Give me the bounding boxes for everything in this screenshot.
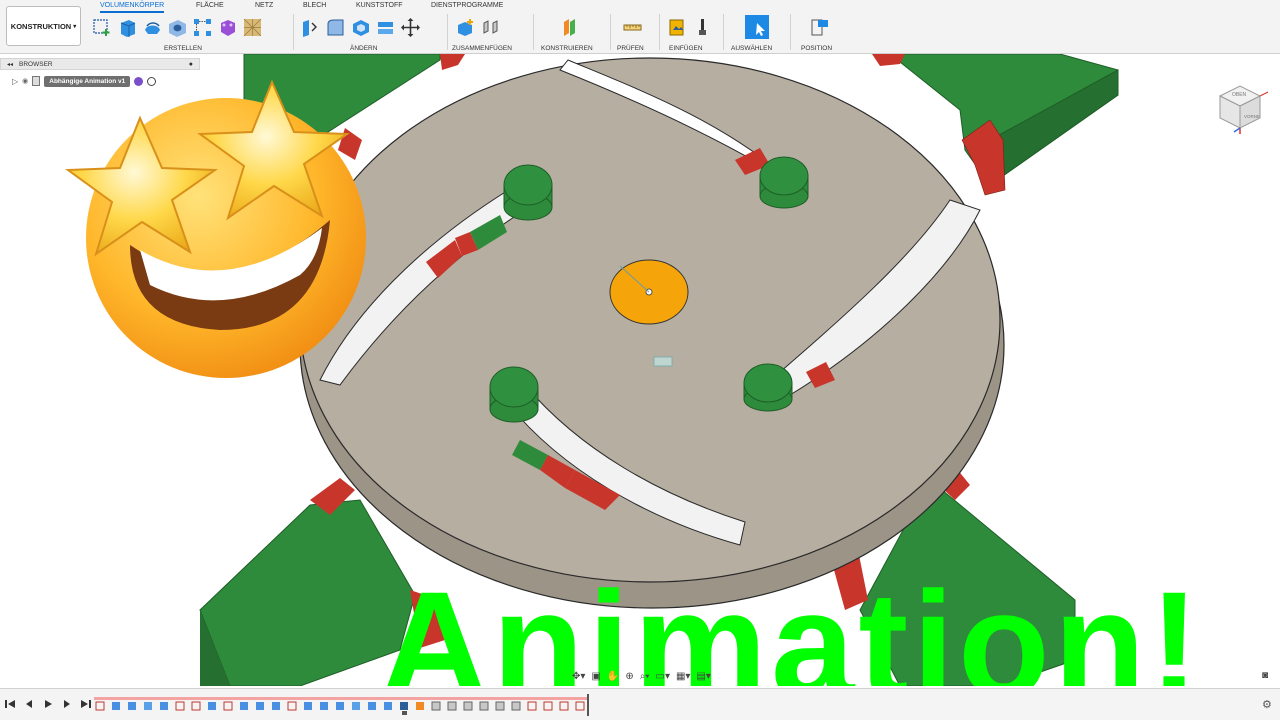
viewports-icon[interactable]: ▤▾ — [696, 671, 710, 682]
pattern-icon[interactable] — [192, 17, 213, 38]
pin-upper-right[interactable] — [759, 156, 809, 209]
toolbar-divider — [293, 14, 294, 50]
pan-icon[interactable]: ✋ — [607, 671, 619, 682]
toolbar-divider — [610, 14, 611, 50]
visibility-eye-icon[interactable]: ◉ — [22, 77, 28, 85]
split-body-icon[interactable] — [375, 17, 396, 38]
group-einfuegen: EINFÜGEN — [667, 14, 715, 54]
toolbar-divider — [790, 14, 791, 50]
timeline-track[interactable] — [94, 694, 594, 716]
move-icon[interactable] — [400, 17, 421, 38]
canvas-viewport[interactable]: OBEN VORNE Animation! — [0, 54, 1280, 686]
tab-netz[interactable]: NETZ — [255, 0, 273, 11]
tab-flaeche[interactable]: FLÄCHE — [196, 0, 224, 11]
toolbar-divider — [533, 14, 534, 50]
red-segment — [872, 54, 905, 66]
comments-icon[interactable]: ◙ — [1262, 670, 1268, 681]
chevron-down-icon: ▾ — [73, 23, 77, 30]
group-label-zusammenfuegen[interactable]: ZUSAMMENFÜGEN — [452, 45, 512, 52]
group-auswaehlen: AUSWÄHLEN — [730, 14, 785, 54]
form-icon[interactable] — [217, 17, 238, 38]
tab-volumenkoerper[interactable]: VOLUMENKÖRPER — [100, 0, 165, 13]
orbit-icon[interactable]: ✥▾ — [572, 671, 585, 682]
go-to-end-icon[interactable] — [80, 698, 92, 710]
press-pull-icon[interactable] — [300, 17, 321, 38]
pin-lower-right[interactable] — [743, 363, 793, 412]
browser-document-row[interactable]: ▷ ◉ Abhängige Animation v1 — [0, 73, 200, 89]
browser-header[interactable]: ◂◂ BROWSER ● — [0, 58, 200, 70]
navigation-bar: ✥▾ ▣ ✋ ⊕ ⌕▾ ▭▾ ▦▾ ▤▾ — [568, 667, 728, 685]
tab-kunststoff[interactable]: KUNSTSTOFF — [356, 0, 403, 11]
grid-icon[interactable]: ▦▾ — [676, 671, 690, 682]
fit-icon[interactable]: ⌕▾ — [640, 671, 650, 682]
timeline-features[interactable] — [95, 701, 585, 711]
new-component-icon[interactable] — [455, 17, 476, 38]
group-label-erstellen[interactable]: ERSTELLEN — [164, 45, 202, 52]
step-forward-icon[interactable] — [61, 698, 73, 710]
measure-icon[interactable] — [622, 17, 643, 38]
viewcube-front-label: VORNE — [1244, 114, 1260, 119]
extrude-icon[interactable] — [117, 17, 138, 38]
fillet-icon[interactable] — [325, 17, 346, 38]
group-erstellen: ERSTELLEN — [92, 14, 288, 54]
play-icon[interactable] — [42, 698, 54, 710]
hole-icon[interactable] — [167, 17, 188, 38]
tab-blech[interactable]: BLECH — [303, 0, 326, 11]
tab-dienstprogramme[interactable]: DIENSTPROGRAMME — [431, 0, 503, 11]
step-back-icon[interactable] — [23, 698, 35, 710]
expand-arrow-icon[interactable]: ▷ — [12, 77, 18, 86]
toolbar: KONSTRUKTION ▾ VOLUMENKÖRPER FLÄCHE NETZ… — [0, 0, 1280, 54]
joint-glyph-icon — [653, 356, 673, 367]
workspace-label: KONSTRUKTION — [10, 21, 72, 31]
position-icon[interactable] — [809, 17, 830, 38]
toolbar-divider — [447, 14, 448, 50]
timeline-settings-gear-icon[interactable]: ⚙ — [1262, 698, 1272, 711]
group-aendern: ÄNDERN — [300, 14, 440, 54]
offset-plane-icon[interactable] — [560, 17, 581, 38]
group-label-auswaehlen[interactable]: AUSWÄHLEN — [731, 45, 772, 52]
group-label-einfuegen[interactable]: EINFÜGEN — [669, 45, 703, 52]
group-pruefen: PRÜFEN — [617, 14, 657, 54]
look-at-icon[interactable]: ▣ — [591, 671, 600, 682]
insert-image-icon[interactable] — [667, 17, 688, 38]
group-label-aendern[interactable]: ÄNDERN — [350, 45, 377, 52]
group-position: POSITION — [800, 14, 845, 54]
zoom-icon[interactable]: ⊕ — [625, 671, 633, 682]
group-label-konstruieren[interactable]: KONSTRUIEREN — [541, 45, 593, 52]
pin-upper-left[interactable] — [503, 164, 553, 221]
select-icon[interactable] — [744, 14, 770, 40]
shell-icon[interactable] — [350, 17, 371, 38]
toolbar-divider — [723, 14, 724, 50]
pin-lower-left[interactable] — [489, 366, 539, 423]
toolbar-divider — [659, 14, 660, 50]
browser-options-icon[interactable]: ● — [189, 61, 193, 68]
collapse-icon[interactable]: ◂◂ — [7, 61, 13, 68]
joint-icon[interactable] — [480, 17, 501, 38]
viewcube-top-label: OBEN — [1232, 92, 1247, 98]
browser-title: BROWSER — [19, 60, 53, 68]
activate-radio-icon[interactable] — [147, 76, 157, 86]
group-zusammenfuegen: ZUSAMMENFÜGEN — [452, 14, 530, 54]
red-segment — [440, 54, 465, 70]
document-name[interactable]: Abhängige Animation v1 — [44, 75, 131, 87]
timeline: ⚙ — [0, 688, 1280, 720]
group-label-pruefen[interactable]: PRÜFEN — [617, 45, 644, 52]
viewcube-icon[interactable]: OBEN VORNE — [1208, 74, 1272, 138]
create-sketch-icon[interactable] — [92, 17, 113, 38]
revolve-icon[interactable] — [142, 17, 163, 38]
workspace-switcher[interactable]: KONSTRUKTION ▾ — [6, 6, 81, 46]
record-indicator-icon — [134, 76, 144, 86]
playback-controls — [4, 698, 92, 710]
go-to-start-icon[interactable] — [4, 698, 16, 710]
group-konstruieren: KONSTRUIEREN — [540, 14, 605, 54]
browser-panel: ◂◂ BROWSER ● ▷ ◉ Abhängige Animation v1 — [0, 58, 200, 92]
insert-decal-icon[interactable] — [692, 17, 713, 38]
animation-overlay-text: Animation! — [380, 560, 1204, 686]
display-settings-icon[interactable]: ▭▾ — [656, 671, 670, 682]
group-label-position[interactable]: POSITION — [801, 45, 832, 52]
document-icon — [32, 76, 41, 86]
insert-mesh-icon[interactable] — [242, 17, 263, 38]
